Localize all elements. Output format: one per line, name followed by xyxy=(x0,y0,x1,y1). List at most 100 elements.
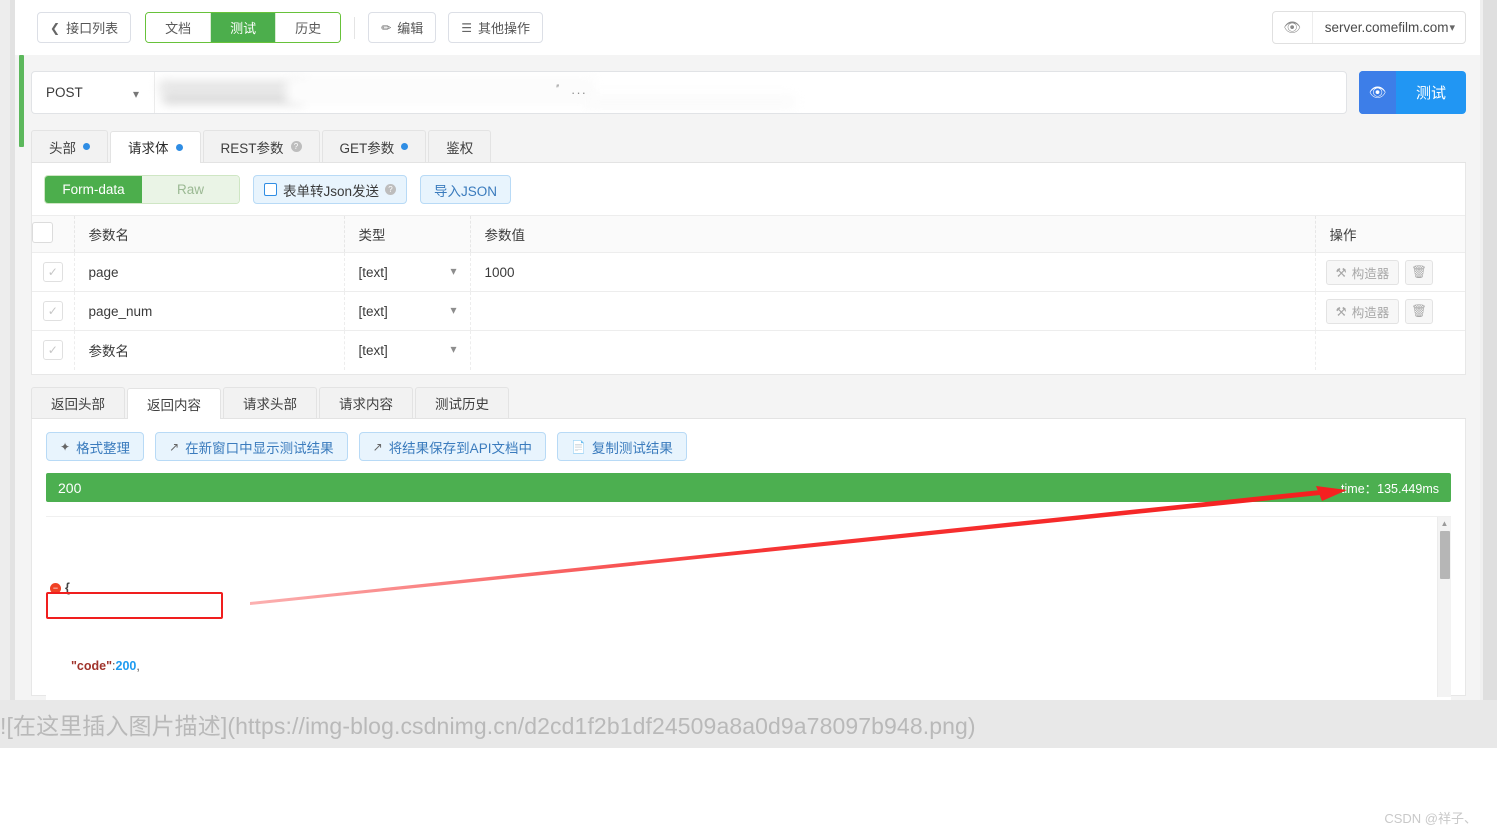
col-header-type: 类型 xyxy=(344,215,471,253)
row-checkbox[interactable]: ✓ xyxy=(42,262,63,282)
tab-body[interactable]: 请求体 xyxy=(110,131,201,163)
tab-test-history[interactable]: 测试历史 xyxy=(415,387,509,418)
param-value-input[interactable]: 1000 xyxy=(470,252,1316,292)
param-name-input[interactable]: page_num xyxy=(74,291,345,331)
body-type-formdata[interactable]: Form-data xyxy=(45,176,142,203)
collapse-toggle-icon[interactable]: − xyxy=(50,582,61,594)
row-actions: ⚒ 构造器 🗑 xyxy=(1325,259,1466,285)
wrench-icon: ⚒ xyxy=(1335,265,1347,280)
col-header-param-value: 参数值 xyxy=(470,215,1316,253)
edit-button[interactable]: ✏ 编辑 xyxy=(368,12,437,43)
param-type-select[interactable]: [text] xyxy=(359,304,388,319)
header-divider xyxy=(354,16,356,39)
table-row: ✓ page [text] ▾ 1000 ⚒ 构造器 🗑 xyxy=(32,252,1466,292)
status-dot-icon xyxy=(83,143,90,150)
builder-button[interactable]: ⚒ 构造器 xyxy=(1325,298,1400,324)
body-type-raw[interactable]: Raw xyxy=(142,176,239,203)
save-to-api-doc-button[interactable]: ↗ 将结果保存到API文档中 xyxy=(358,432,546,461)
response-scrollbar[interactable]: ▲ xyxy=(1437,517,1451,697)
tab-headers[interactable]: 头部 xyxy=(31,130,108,162)
domain-selector-value-wrap[interactable]: server.comefilm.com ▾ xyxy=(1313,20,1465,35)
table-row: ✓ 参数名 [text] ▾ xyxy=(32,330,1465,370)
builder-button-label: 构造器 xyxy=(1351,266,1390,281)
json-brace: { xyxy=(65,580,70,595)
eye-icon[interactable]: 👁 xyxy=(1273,12,1313,43)
param-value-input[interactable] xyxy=(470,291,1316,331)
col-header-actions: 操作 xyxy=(1315,215,1465,253)
help-icon[interactable]: ? xyxy=(385,184,397,195)
copy-result-label: 复制测试结果 xyxy=(591,440,673,456)
response-toolbar: ✦ 格式整理 ↗ 在新窗口中显示测试结果 ↗ 将结果保存到API文档中 📄 复制… xyxy=(32,419,1465,473)
tab-rest-params-label: REST参数 xyxy=(220,140,284,156)
request-url-input[interactable]: POST ▾ ′′ ··· xyxy=(31,71,1347,114)
tab-doc[interactable]: 文档 xyxy=(146,13,212,42)
app-header: ❮ 接口列表 文档 测试 历史 ✏ 编辑 ☰ 其他操作 👁 server.com… xyxy=(15,0,1480,55)
delete-row-button[interactable]: 🗑 xyxy=(1405,259,1434,285)
tab-response-headers[interactable]: 返回头部 xyxy=(31,387,125,418)
tab-auth[interactable]: 鉴权 xyxy=(428,130,492,162)
form-to-json-toggle[interactable]: 表单转Json发送 ? xyxy=(253,175,408,204)
checkbox-unchecked-icon[interactable] xyxy=(264,183,277,196)
menu-icon: ☰ xyxy=(461,20,472,35)
builder-button-label: 构造器 xyxy=(1351,305,1390,320)
param-name-input[interactable]: 参数名 xyxy=(74,330,345,370)
http-method-value[interactable]: POST xyxy=(32,85,124,100)
external-link-icon: ↗ xyxy=(372,439,383,454)
tab-response-body[interactable]: 返回内容 xyxy=(127,388,221,419)
row-actions-empty xyxy=(1315,330,1465,370)
param-type-select[interactable]: [text] xyxy=(359,343,388,358)
tab-auth-label: 鉴权 xyxy=(446,140,474,156)
response-json-viewer[interactable]: −{ "code":200, "msg":"查询成功", "data":−{ "… xyxy=(46,516,1451,700)
copy-icon: 📄 xyxy=(570,439,586,454)
tab-request-body[interactable]: 请求内容 xyxy=(319,387,413,418)
scrollbar-thumb[interactable] xyxy=(1440,531,1450,579)
body-type-segmented-control: Form-data Raw xyxy=(44,175,240,204)
tab-history[interactable]: 历史 xyxy=(276,13,341,42)
tab-test[interactable]: 测试 xyxy=(211,13,277,42)
method-separator xyxy=(154,72,155,113)
request-body-panel: Form-data Raw 表单转Json发送 ? 导入JSON 参数名 类型 … xyxy=(31,163,1466,375)
help-icon[interactable]: ? xyxy=(290,141,302,152)
domain-selector[interactable]: 👁 server.comefilm.com ▾ xyxy=(1271,11,1466,44)
tab-get-params-label: GET参数 xyxy=(339,140,395,156)
request-tab-bar: 头部 请求体 REST参数 ? GET参数 鉴权 xyxy=(31,130,1466,163)
param-value-input[interactable] xyxy=(470,330,1316,370)
tab-rest-params[interactable]: REST参数 ? xyxy=(202,130,320,162)
trash-icon: 🗑 xyxy=(1411,264,1428,279)
other-actions-label: 其他操作 xyxy=(477,21,530,36)
magic-wand-icon: ✦ xyxy=(60,439,71,454)
api-test-app: ❮ 接口列表 文档 测试 历史 ✏ 编辑 ☰ 其他操作 👁 server.com… xyxy=(0,0,1497,700)
select-all-checkbox[interactable] xyxy=(32,222,53,243)
triangle-up-icon[interactable]: ▲ xyxy=(1438,517,1451,531)
row-checkbox[interactable]: ✓ xyxy=(42,301,63,321)
tab-request-headers[interactable]: 请求头部 xyxy=(223,387,317,418)
watermark-large: CSDN @祥子、 xyxy=(1384,811,1477,826)
url-ellipsis: ··· xyxy=(571,85,587,100)
save-to-api-doc-label: 将结果保存到API文档中 xyxy=(388,440,532,456)
edit-button-label: 编辑 xyxy=(397,21,424,36)
eye-icon[interactable]: 👁 xyxy=(1359,71,1396,114)
builder-button[interactable]: ⚒ 构造器 xyxy=(1325,259,1400,285)
row-checkbox[interactable]: ✓ xyxy=(42,340,63,361)
header-right-group: 👁 server.comefilm.com ▾ xyxy=(1271,11,1480,44)
send-test-button[interactable]: 👁 测试 xyxy=(1359,71,1466,114)
params-table-header-row: 参数名 类型 参数值 操作 xyxy=(32,215,1465,253)
status-code: 200 xyxy=(58,479,82,496)
tab-get-params[interactable]: GET参数 xyxy=(321,130,427,162)
json-key: "code" xyxy=(71,658,113,673)
row-actions: ⚒ 构造器 🗑 xyxy=(1325,298,1466,324)
status-dot-icon xyxy=(401,143,409,150)
redacted-url-text: ′′ ··· xyxy=(156,72,846,113)
back-to-interface-list-button[interactable]: ❮ 接口列表 xyxy=(37,12,132,43)
chevron-left-icon: ❮ xyxy=(50,20,61,35)
open-in-new-window-button[interactable]: ↗ 在新窗口中显示测试结果 xyxy=(155,432,348,461)
other-actions-button[interactable]: ☰ 其他操作 xyxy=(448,12,543,43)
body-toolbar: Form-data Raw 表单转Json发送 ? 导入JSON xyxy=(32,163,1465,215)
copy-result-button[interactable]: 📄 复制测试结果 xyxy=(556,432,687,461)
param-type-select[interactable]: [text] xyxy=(359,265,388,280)
format-json-label: 格式整理 xyxy=(76,440,131,456)
param-name-input[interactable]: page xyxy=(74,252,345,292)
format-json-button[interactable]: ✦ 格式整理 xyxy=(46,432,145,461)
delete-row-button[interactable]: 🗑 xyxy=(1405,298,1434,324)
import-json-button[interactable]: 导入JSON xyxy=(420,175,512,204)
